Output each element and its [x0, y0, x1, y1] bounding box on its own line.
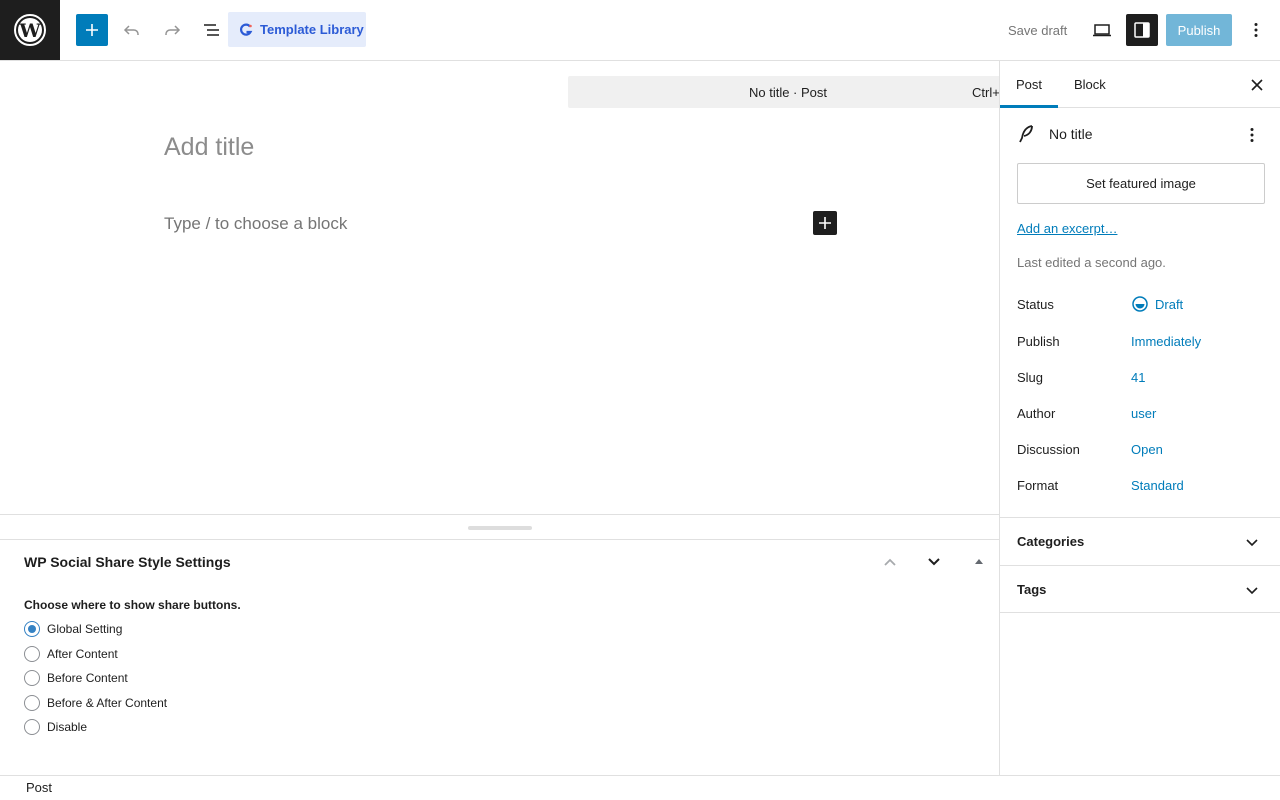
tab-block[interactable]: Block [1058, 61, 1122, 108]
radio-button[interactable] [24, 719, 40, 735]
document-overview-button[interactable] [196, 14, 228, 46]
editor-footer: Post [0, 775, 1280, 800]
format-button[interactable]: Standard [1131, 478, 1184, 493]
set-featured-image-button[interactable]: Set featured image [1017, 163, 1265, 204]
add-excerpt-link[interactable]: Add an excerpt… [1017, 221, 1117, 236]
social-share-metabox: WP Social Share Style Settings Choose wh… [0, 540, 999, 775]
draft-status-icon [1132, 296, 1148, 312]
redo-button[interactable] [156, 14, 188, 46]
wordpress-logo-button[interactable]: W [0, 0, 60, 60]
undo-icon [123, 25, 139, 35]
radio-button[interactable] [24, 670, 40, 686]
plus-icon [86, 24, 98, 36]
template-library-button[interactable]: Template Library [228, 12, 366, 47]
publish-row: Publish Immediately [1017, 330, 1267, 352]
default-block-appender[interactable]: Type / to choose a block [164, 214, 347, 234]
slug-row: Slug 41 [1017, 366, 1267, 388]
list-view-icon [204, 24, 219, 36]
sidebar-tabs: Post Block [1000, 61, 1280, 108]
sidebar-icon [1134, 22, 1150, 38]
post-card: No title [1017, 124, 1093, 144]
radio-button[interactable] [24, 621, 40, 637]
document-bar[interactable]: No title · Post Ctrl+K [568, 76, 999, 108]
format-label: Format [1017, 477, 1059, 493]
post-actions-button[interactable] [1240, 123, 1264, 147]
publish-label: Publish [1017, 333, 1060, 349]
feather-pen-icon [1019, 125, 1033, 143]
share-position-prompt: Choose where to show share buttons. [24, 598, 241, 612]
chevron-up-icon [884, 558, 896, 566]
radio-label: Before & After Content [47, 696, 168, 710]
categories-panel-title: Categories [1017, 534, 1085, 549]
slug-label: Slug [1017, 369, 1044, 385]
undo-button[interactable] [116, 14, 148, 46]
save-draft-button[interactable]: Save draft [1000, 14, 1075, 46]
author-button[interactable]: user [1131, 406, 1156, 421]
preview-button[interactable] [1086, 14, 1118, 46]
discussion-row: Discussion Open [1017, 438, 1267, 460]
redo-icon [165, 25, 181, 35]
command-shortcut: Ctrl+K [972, 84, 999, 100]
inline-block-inserter-button[interactable] [813, 211, 837, 235]
radio-label: Global Setting [47, 622, 123, 636]
toggle-panel-button[interactable] [967, 550, 991, 574]
format-row: Format Standard [1017, 474, 1267, 496]
author-label: Author [1017, 405, 1056, 421]
radio-before-content[interactable]: Before Content [24, 670, 128, 686]
status-row: Status Draft [1017, 293, 1267, 315]
status-label: Status [1017, 296, 1054, 312]
editor-canvas: No title · Post Ctrl+K Add title Type / … [0, 61, 999, 514]
radio-global-setting[interactable]: Global Setting [24, 621, 122, 637]
radio-button[interactable] [24, 646, 40, 662]
radio-disable[interactable]: Disable [24, 719, 87, 735]
publish-button[interactable]: Publish [1166, 14, 1232, 46]
status-value: Draft [1155, 296, 1184, 312]
settings-toggle-button[interactable] [1126, 14, 1158, 46]
wordpress-logo-icon: W [14, 14, 46, 46]
discussion-label: Discussion [1017, 441, 1080, 457]
status-value-button[interactable]: Draft [1131, 295, 1183, 313]
close-icon [1251, 79, 1263, 91]
publish-date-button[interactable]: Immediately [1131, 334, 1201, 349]
categories-panel-toggle[interactable]: Categories [1000, 517, 1280, 565]
metabox-resize-area [0, 514, 999, 540]
slug-button[interactable]: 41 [1131, 370, 1145, 385]
svg-text:W: W [18, 20, 41, 42]
last-edited-text: Last edited a second ago. [1017, 255, 1166, 270]
move-up-button[interactable] [878, 550, 902, 574]
editor-header: W Template Library Save draft Publish [0, 0, 1280, 61]
radio-before-after-content[interactable]: Before & After Content [24, 695, 167, 711]
chevron-down-icon [1240, 530, 1264, 554]
template-library-label: Template Library [260, 22, 364, 37]
tab-post[interactable]: Post [1000, 61, 1058, 108]
discussion-button[interactable]: Open [1131, 442, 1163, 457]
radio-button[interactable] [24, 695, 40, 711]
tags-panel-title: Tags [1017, 581, 1047, 597]
breadcrumb[interactable]: Post [26, 780, 52, 795]
document-bar-title: No title · Post [748, 84, 828, 100]
radio-label: Before Content [47, 671, 128, 685]
radio-label: After Content [47, 647, 118, 661]
post-card-title: No title [1049, 126, 1093, 142]
author-row: Author user [1017, 402, 1267, 424]
tags-panel-toggle[interactable]: Tags [1000, 565, 1280, 613]
block-inserter-button[interactable] [76, 14, 108, 46]
metabox-resize-handle[interactable] [468, 526, 532, 530]
triangle-up-icon [975, 559, 983, 564]
template-library-logo-icon [240, 23, 253, 36]
settings-sidebar: Post Block No title Set featured image A… [999, 61, 1280, 775]
radio-label: Disable [47, 720, 88, 734]
metabox-title: WP Social Share Style Settings [24, 554, 231, 570]
more-vertical-icon [1254, 23, 1258, 37]
desktop-view-icon [1093, 24, 1111, 37]
more-vertical-icon [1250, 128, 1254, 142]
chevron-down-icon [928, 558, 940, 566]
post-title-input[interactable]: Add title [164, 133, 254, 162]
chevron-down-icon [1240, 578, 1264, 602]
move-down-button[interactable] [922, 550, 946, 574]
plus-icon [819, 217, 831, 229]
options-menu-button[interactable] [1240, 14, 1272, 46]
close-sidebar-button[interactable] [1245, 73, 1269, 97]
radio-after-content[interactable]: After Content [24, 646, 118, 662]
